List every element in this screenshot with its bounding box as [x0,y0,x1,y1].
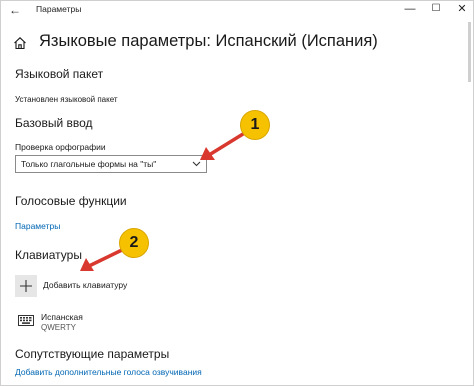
window-title: Параметры [36,4,82,14]
scrollbar-thumb[interactable] [468,22,471,82]
keyboard-icon [18,315,34,326]
home-icon[interactable] [13,36,27,50]
related-settings-heading: Сопутствующие параметры [15,347,170,361]
callout-number-2: 2 [119,228,149,258]
spellcheck-label: Проверка орфографии [15,142,106,152]
speech-heading: Голосовые функции [15,194,127,208]
callout-arrow-2 [80,248,124,271]
callout-arrow-1 [200,132,245,160]
keyboards-heading: Клавиатуры [15,248,82,262]
plus-icon [20,280,32,292]
add-keyboard-button[interactable] [15,275,37,297]
title-bar: ← Параметры — ☐ ✕ [0,0,474,20]
minimize-button[interactable]: — [403,2,417,16]
page-title: Языковые параметры: Испанский (Испания) [39,32,378,50]
spellcheck-dropdown-value: Только глагольные формы на "ты" [21,159,157,169]
keyboard-item-layout: QWERTY [41,323,76,332]
close-button[interactable]: ✕ [455,2,469,16]
callout-number-1: 1 [240,110,270,140]
basic-input-heading: Базовый ввод [15,116,93,130]
scrollbar[interactable] [467,22,473,384]
add-voices-link[interactable]: Добавить дополнительные голоса озвучиван… [15,367,202,377]
speech-settings-link[interactable]: Параметры [15,221,60,231]
maximize-button[interactable]: ☐ [429,2,443,16]
spellcheck-dropdown[interactable]: Только глагольные формы на "ты" [15,155,207,173]
language-pack-status: Установлен языковой пакет [15,95,118,104]
keyboard-item-name: Испанская [41,312,83,322]
back-arrow-icon[interactable]: ← [8,3,22,17]
add-keyboard-label[interactable]: Добавить клавиатуру [43,280,127,290]
language-pack-heading: Языковой пакет [15,67,104,81]
